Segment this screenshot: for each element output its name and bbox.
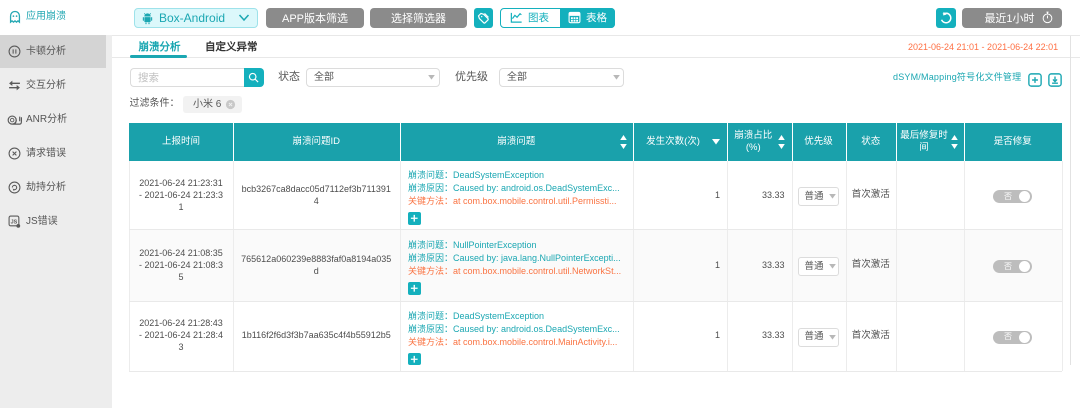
svg-text:JS: JS <box>11 219 18 225</box>
